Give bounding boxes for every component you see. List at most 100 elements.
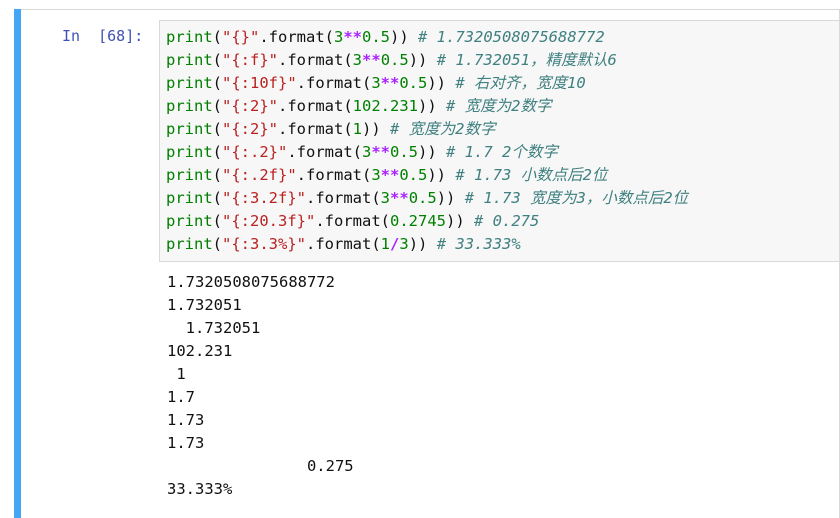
code-token: "{}" <box>222 28 260 46</box>
code-line[interactable]: print("{:2}".format(1)) # 宽度为2数字 <box>166 118 839 141</box>
code-token: print <box>166 235 213 253</box>
code-comment: # 宽度为2数字 <box>446 97 552 115</box>
code-comment: # 0.275 <box>474 212 540 230</box>
code-token: 3 <box>352 51 363 69</box>
code-token: 0.2745 <box>390 212 446 230</box>
code-token: ( <box>212 51 223 69</box>
code-line[interactable]: print("{:3.2f}".format(3**0.5)) # 1.73 宽… <box>166 187 839 210</box>
code-token: .format( <box>315 212 390 230</box>
code-token: ** <box>362 51 381 69</box>
output-line: 1 <box>167 365 186 383</box>
output-line: 1.73 <box>167 434 205 452</box>
code-token: .format( <box>306 189 381 207</box>
code-token: ** <box>390 189 409 207</box>
code-token: )) <box>427 166 456 184</box>
code-comment: # 1.732051，精度默认6 <box>436 51 617 69</box>
code-token: 3 <box>362 143 372 161</box>
code-token: .format( <box>296 74 372 92</box>
code-line[interactable]: print("{:3.3%}".format(1/3)) # 33.333% <box>166 233 839 256</box>
code-token: )) <box>446 212 474 230</box>
code-token: print <box>166 166 213 184</box>
code-token: print <box>166 120 213 138</box>
code-token: "{:f}" <box>222 51 279 69</box>
cell-selection-bar <box>14 9 21 518</box>
code-comment: # 1.73 小数点后2位 <box>455 166 608 184</box>
code-token: ** <box>343 28 363 46</box>
code-token: 3 <box>380 189 391 207</box>
code-token: )) <box>362 120 391 138</box>
code-token: )) <box>408 235 437 253</box>
code-token: 1 <box>380 235 391 253</box>
code-comment: # 宽度为2数字 <box>390 120 496 138</box>
code-line[interactable]: print("{:f}".format(3**0.5)) # 1.732051，… <box>166 49 839 72</box>
code-token: "{:20.3f}" <box>222 212 316 230</box>
code-token: 0.5 <box>399 166 428 184</box>
code-token: print <box>166 143 213 161</box>
code-token: ( <box>212 143 223 161</box>
code-token: ( <box>212 166 223 184</box>
input-prompt: In [68]: <box>62 27 144 45</box>
code-line[interactable]: print("{:20.3f}".format(0.2745)) # 0.275 <box>166 210 839 233</box>
code-token: )) <box>436 189 465 207</box>
code-token: .format( <box>259 28 334 46</box>
code-token: 0.5 <box>390 143 419 161</box>
code-token: "{:2}" <box>222 97 279 115</box>
code-token: ** <box>380 74 400 92</box>
code-token: 3 <box>371 74 381 92</box>
output-line: 102.231 <box>167 342 233 360</box>
output-line: 1.732051 <box>167 319 261 337</box>
code-token: 3 <box>334 28 344 46</box>
code-token: print <box>166 51 213 69</box>
code-token: ( <box>212 28 223 46</box>
code-token: ( <box>212 212 223 230</box>
code-token: 0.5 <box>399 74 428 92</box>
code-token: 102.231 <box>352 97 418 115</box>
code-token: ( <box>212 74 223 92</box>
output-line: 1.732051 <box>167 296 242 314</box>
output-line: 0.275 <box>167 457 354 475</box>
code-line[interactable]: print("{:.2}".format(3**0.5)) # 1.7 2个数字 <box>166 141 839 164</box>
code-comment: # 右对齐，宽度10 <box>455 74 586 92</box>
code-token: ( <box>212 235 223 253</box>
code-token: 0.5 <box>362 28 391 46</box>
code-token: "{:3.3%}" <box>222 235 307 253</box>
code-token: 0.5 <box>408 189 437 207</box>
code-line[interactable]: print("{:2}".format(102.231)) # 宽度为2数字 <box>166 95 839 118</box>
code-token: print <box>166 97 213 115</box>
output-line: 1.73 <box>167 411 205 429</box>
output-line: 1.7320508075688772 <box>167 273 335 291</box>
cell-top-border <box>21 9 840 10</box>
code-token: .format( <box>287 143 362 161</box>
code-token: print <box>166 74 213 92</box>
code-token: ** <box>371 143 391 161</box>
code-token: .format( <box>278 51 353 69</box>
notebook-cell[interactable]: In [68]: print("{}".format(3**0.5)) # 1.… <box>0 0 840 518</box>
code-token: )) <box>418 143 447 161</box>
code-line[interactable]: print("{}".format(3**0.5)) # 1.732050807… <box>166 26 839 49</box>
code-line[interactable]: print("{:10f}".format(3**0.5)) # 右对齐，宽度1… <box>166 72 839 95</box>
code-token: "{:10f}" <box>222 74 297 92</box>
code-token: 3 <box>371 166 381 184</box>
code-token: print <box>166 189 213 207</box>
code-token: 0.5 <box>380 51 409 69</box>
code-token: )) <box>390 28 419 46</box>
code-token: "{:2}" <box>222 120 279 138</box>
code-token: .format( <box>296 166 372 184</box>
code-token: ( <box>212 97 223 115</box>
cell-output: 1.7320508075688772 1.732051 1.732051 102.2… <box>167 271 840 501</box>
code-token: )) <box>427 74 456 92</box>
code-token: )) <box>408 51 437 69</box>
code-token: )) <box>418 97 446 115</box>
code-line[interactable]: print("{:.2f}".format(3**0.5)) # 1.73 小数… <box>166 164 839 187</box>
code-token: .format( <box>306 235 381 253</box>
code-comment: # 1.7320508075688772 <box>418 28 605 46</box>
output-line: 1.7 <box>167 388 195 406</box>
code-token: ( <box>212 120 223 138</box>
code-token: 3 <box>399 235 409 253</box>
code-input-area[interactable]: print("{}".format(3**0.5)) # 1.732050807… <box>159 20 840 262</box>
code-token: .format( <box>278 97 353 115</box>
output-line: 33.333% <box>167 480 233 498</box>
code-token: "{:.2f}" <box>222 166 297 184</box>
code-token: "{:.2}" <box>222 143 288 161</box>
code-editor[interactable]: print("{}".format(3**0.5)) # 1.732050807… <box>166 26 839 256</box>
